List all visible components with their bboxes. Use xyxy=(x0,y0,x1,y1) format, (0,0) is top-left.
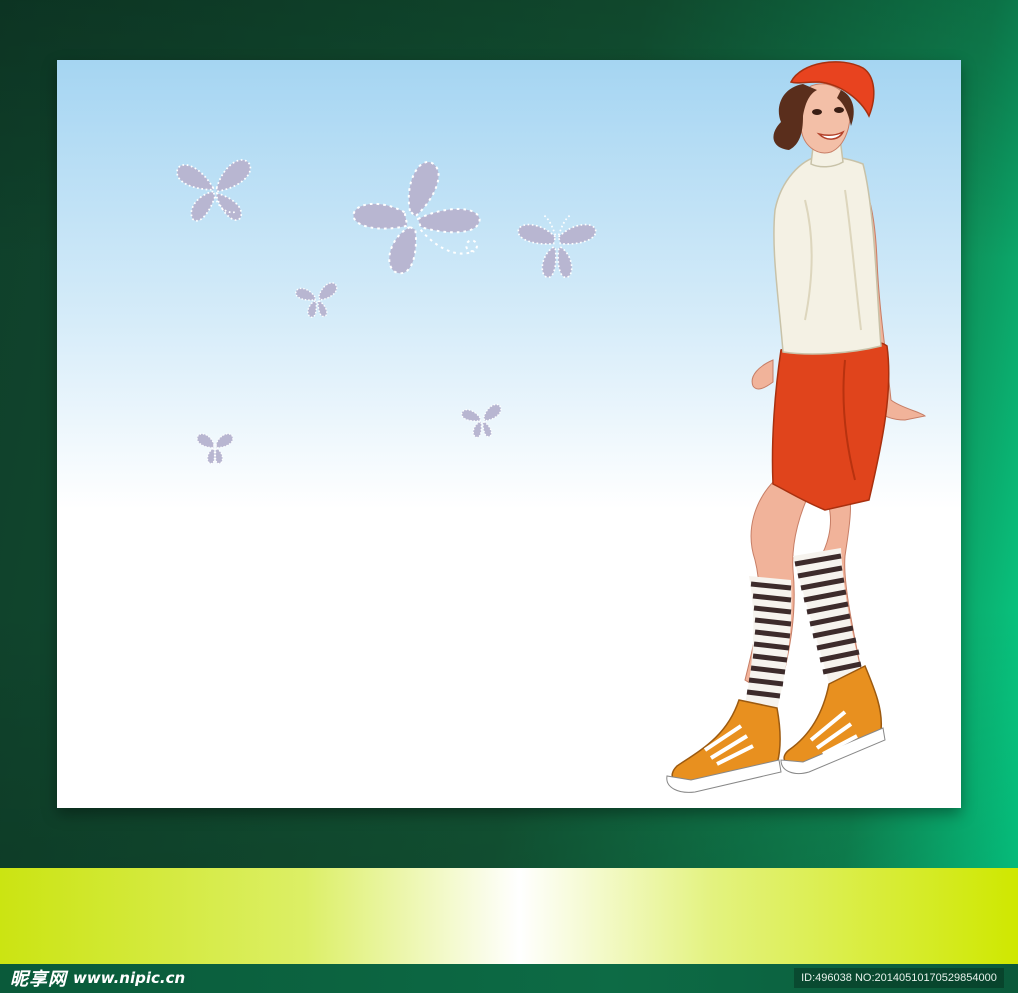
butterfly-icon xyxy=(196,433,234,465)
butterfly-icon xyxy=(295,282,338,318)
site-url: www.nipic.cn xyxy=(73,969,186,987)
butterfly-icon xyxy=(461,403,502,439)
butterfly-icon xyxy=(517,214,597,279)
watermark-footer: 昵享网 www.nipic.cn ID:496038 NO:2014051017… xyxy=(0,964,1018,993)
lime-gradient-band xyxy=(0,868,1018,964)
image-id-label: ID:496038 NO:20140510170529854000 xyxy=(794,968,1004,988)
logo-text: 昵享网 xyxy=(10,969,67,990)
woman-illustration xyxy=(666,61,927,793)
site-logo: 昵享网 www.nipic.cn xyxy=(10,967,186,990)
butterfly-icon xyxy=(176,159,252,222)
butterfly-icon xyxy=(352,161,481,275)
picture-canvas xyxy=(57,60,961,808)
